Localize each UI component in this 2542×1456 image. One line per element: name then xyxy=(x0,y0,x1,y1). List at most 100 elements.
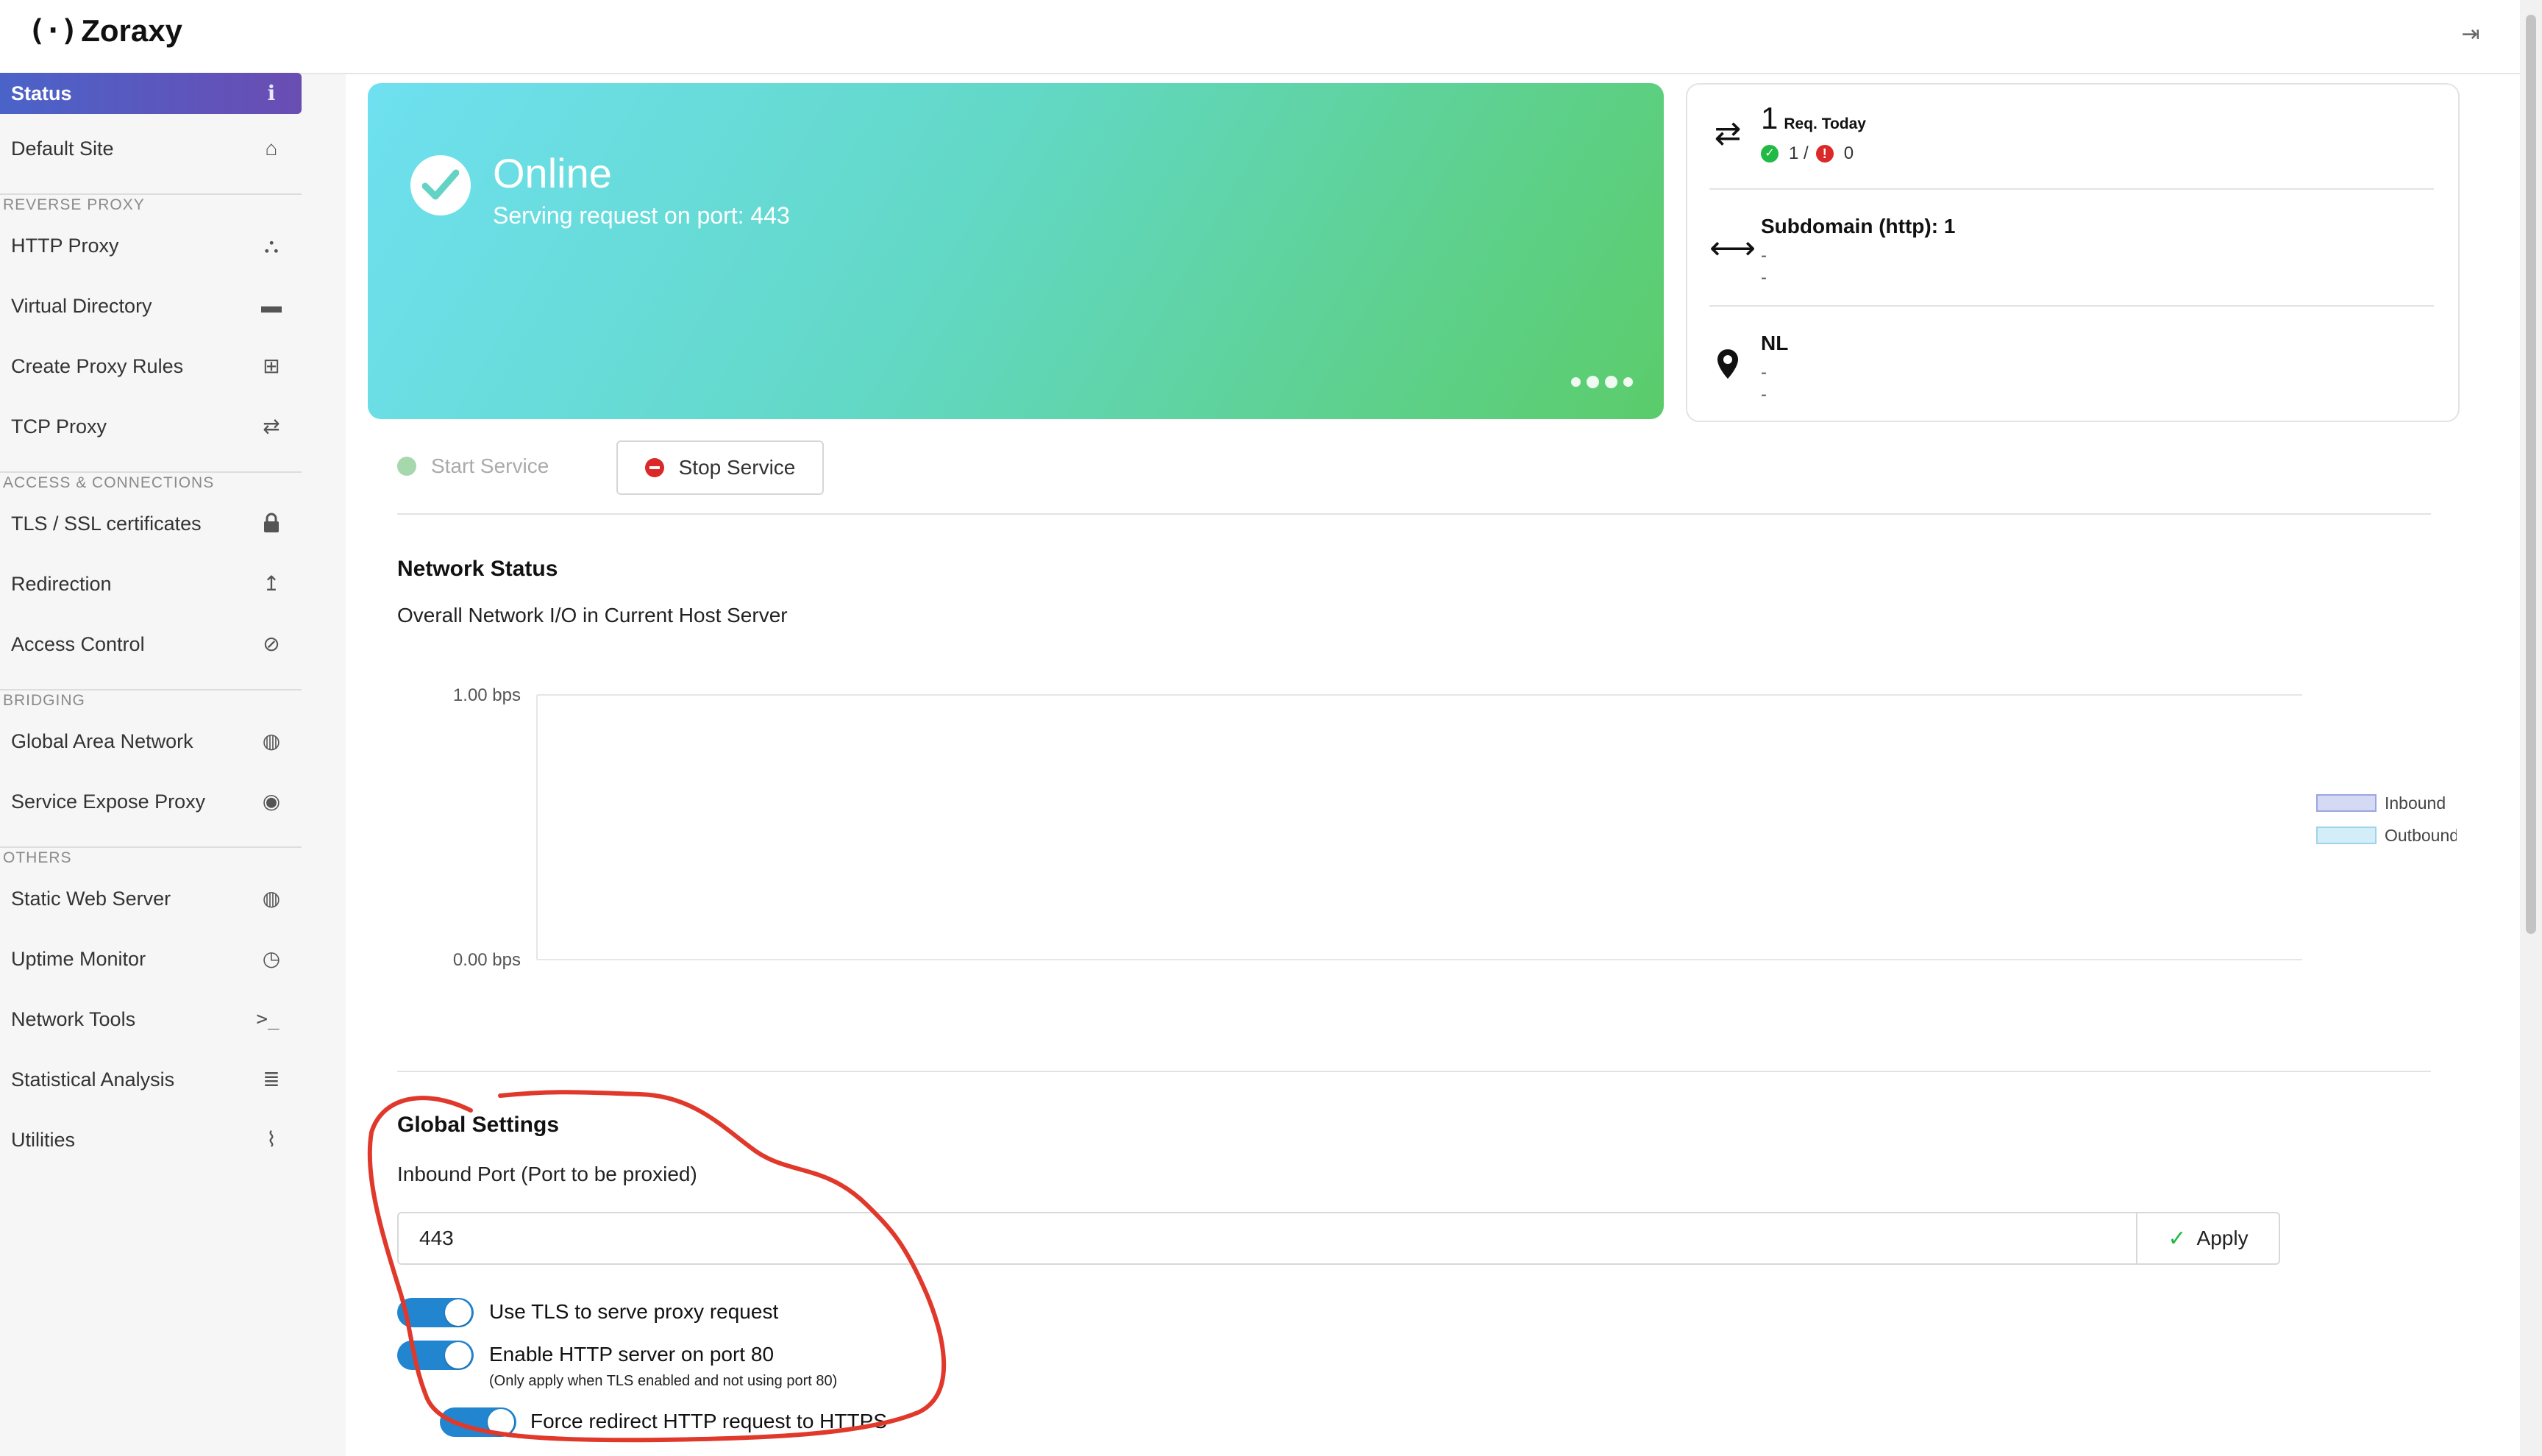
sidebar-item-status[interactable]: Status ℹ xyxy=(0,73,302,114)
stop-service-button[interactable]: Stop Service xyxy=(616,440,824,495)
sidebar-item-label: Create Proxy Rules xyxy=(11,354,184,377)
status-card: Online Serving request on port: 443 xyxy=(368,83,1664,419)
folder-icon: ▬ xyxy=(261,294,282,317)
sidebar-item-label: Status xyxy=(11,82,72,104)
subdomain-title: Subdomain (http): 1 xyxy=(1761,215,1956,238)
ellipsis-icon[interactable] xyxy=(1571,376,1633,388)
start-service-button[interactable]: Start Service xyxy=(397,440,549,492)
scrollbar-thumb[interactable] xyxy=(2526,15,2536,934)
check-circle-icon xyxy=(410,155,471,215)
divider xyxy=(1709,305,2434,307)
sidebar-item-redirection[interactable]: Redirection ↥ xyxy=(0,554,302,613)
sidebar-item-utilities[interactable]: Utilities ⌇ xyxy=(0,1110,302,1169)
legend-label: Outbound xyxy=(2385,826,2457,845)
sidebar-item-uptime-monitor[interactable]: Uptime Monitor ◷ xyxy=(0,929,302,988)
plus-square-icon: ⊞ xyxy=(263,354,280,377)
sidebar-item-virtual-directory[interactable]: Virtual Directory ▬ xyxy=(0,276,302,335)
divider xyxy=(397,1071,2431,1072)
exchange-icon: ⇄ xyxy=(263,415,280,438)
y-tick-label: 0.00 bps xyxy=(453,950,521,970)
sidebar-item-label: Uptime Monitor xyxy=(11,947,146,970)
start-service-label: Start Service xyxy=(431,454,549,477)
section-header-reverse-proxy: REVERSE PROXY xyxy=(0,193,302,213)
network-chart-svg: 1.00 bps 0.00 bps Inbound Outbound xyxy=(453,685,2457,970)
sidebar-item-tcp-proxy[interactable]: TCP Proxy ⇄ xyxy=(0,397,302,456)
sitemap-icon: ⛬ xyxy=(264,234,279,257)
subdomain-line: - xyxy=(1761,246,1767,265)
arrow-up-circle-icon xyxy=(397,457,416,476)
sidebar-item-label: Global Area Network xyxy=(11,729,193,752)
redirect-toggle-label: Force redirect HTTP request to HTTPS xyxy=(530,1410,887,1432)
http80-toggle-label: Enable HTTP server on port 80 xyxy=(489,1343,775,1366)
check-icon: ✓ xyxy=(2168,1226,2187,1251)
sidebar-item-label: Service Expose Proxy xyxy=(11,790,206,813)
info-circle-icon: ℹ xyxy=(267,82,276,104)
sidebar-item-label: Default Site xyxy=(11,137,114,160)
app-name: Zoraxy xyxy=(81,13,182,48)
request-label: Req. Today xyxy=(1784,115,1866,132)
sidebar-item-http-proxy[interactable]: HTTP Proxy ⛬ xyxy=(0,216,302,275)
location-line: - xyxy=(1761,385,1767,404)
location-title: NL xyxy=(1761,332,1789,354)
sidebar-item-global-area-network[interactable]: Global Area Network ◍ xyxy=(0,712,302,771)
sidebar-item-static-web-server[interactable]: Static Web Server ◍ xyxy=(0,869,302,928)
redirect-toggle[interactable] xyxy=(440,1407,516,1437)
globe-icon: ◍ xyxy=(262,887,281,910)
section-header-label: BRIDGING xyxy=(3,692,85,709)
sidebar-item-create-proxy-rules[interactable]: Create Proxy Rules ⊞ xyxy=(0,337,302,396)
divider xyxy=(397,513,2431,515)
success-icon: ✓ xyxy=(1761,145,1779,163)
apply-button[interactable]: ✓ Apply xyxy=(2136,1212,2280,1265)
sidebar-item-label: TLS / SSL certificates xyxy=(11,512,202,535)
request-count: 1 xyxy=(1761,101,1779,135)
y-tick-label: 1.00 bps xyxy=(453,685,521,705)
stats-card: ⇄ 1 Req. Today ✓ 1 / ! 0 ⟷ Subdomain (ht… xyxy=(1686,83,2460,422)
sidebar-item-access-control[interactable]: Access Control ⊘ xyxy=(0,615,302,674)
sidebar-item-label: Static Web Server xyxy=(11,887,171,910)
inbound-port-label: Inbound Port (Port to be proxied) xyxy=(397,1163,697,1185)
database-icon: ≣ xyxy=(263,1068,280,1091)
globe-icon: ◍ xyxy=(262,729,281,752)
section-header-others: OTHERS xyxy=(0,846,302,866)
section-header-access: ACCESS & CONNECTIONS xyxy=(0,471,302,491)
lock-icon xyxy=(260,513,282,535)
legend-swatch xyxy=(2316,794,2377,812)
sidebar-item-statistical-analysis[interactable]: Statistical Analysis ≣ xyxy=(0,1050,302,1109)
sidebar-item-service-expose-proxy[interactable]: Service Expose Proxy ◉ xyxy=(0,772,302,831)
level-up-icon: ↥ xyxy=(263,572,280,595)
error-icon: ! xyxy=(1815,145,1834,163)
network-status-subtitle: Overall Network I/O in Current Host Serv… xyxy=(397,604,788,627)
scrollbar[interactable] xyxy=(2520,0,2542,1456)
sidebar-item-label: Statistical Analysis xyxy=(11,1068,175,1091)
clock-icon: ◷ xyxy=(262,947,281,970)
section-header-label: OTHERS xyxy=(3,849,72,866)
main-content: Online Serving request on port: 443 ⇄ 1 … xyxy=(346,74,2479,1456)
sidebar-item-network-tools[interactable]: Network Tools >_ xyxy=(0,990,302,1049)
stop-service-label: Stop Service xyxy=(678,456,796,479)
logout-icon[interactable]: ⇥ xyxy=(2458,22,2483,47)
location-line: - xyxy=(1761,363,1767,382)
status-title: Online xyxy=(493,150,612,196)
top-bar: (·) Zoraxy ⇥ xyxy=(0,0,2542,74)
inbound-port-input[interactable] xyxy=(397,1212,2136,1265)
tls-toggle[interactable] xyxy=(397,1298,474,1327)
section-header-bridging: BRIDGING xyxy=(0,689,302,709)
legend-label: Inbound xyxy=(2385,793,2446,813)
sidebar-item-label: Virtual Directory xyxy=(11,294,152,317)
sidebar-item-tls-ssl[interactable]: TLS / SSL certificates xyxy=(0,494,302,553)
global-settings-title: Global Settings xyxy=(397,1113,560,1137)
logo[interactable]: (·) Zoraxy xyxy=(28,13,182,49)
apply-label: Apply xyxy=(2196,1227,2249,1249)
error-count: 0 xyxy=(1843,143,1854,163)
minus-circle-icon xyxy=(644,458,664,477)
ban-icon: ⊘ xyxy=(263,632,280,655)
section-header-label: ACCESS & CONNECTIONS xyxy=(3,474,215,491)
map-marker-icon xyxy=(1709,348,1746,385)
home-icon: ⌂ xyxy=(265,137,278,160)
sidebar-item-default-site[interactable]: Default Site ⌂ xyxy=(0,119,302,178)
http80-toggle[interactable] xyxy=(397,1341,474,1370)
network-chart: 1.00 bps 0.00 bps Inbound Outbound xyxy=(397,670,2457,1067)
arrows-horizontal-icon: ⟷ xyxy=(1709,230,1756,266)
sidebar-item-label: Redirection xyxy=(11,572,112,595)
success-count: 1 / xyxy=(1789,143,1809,163)
